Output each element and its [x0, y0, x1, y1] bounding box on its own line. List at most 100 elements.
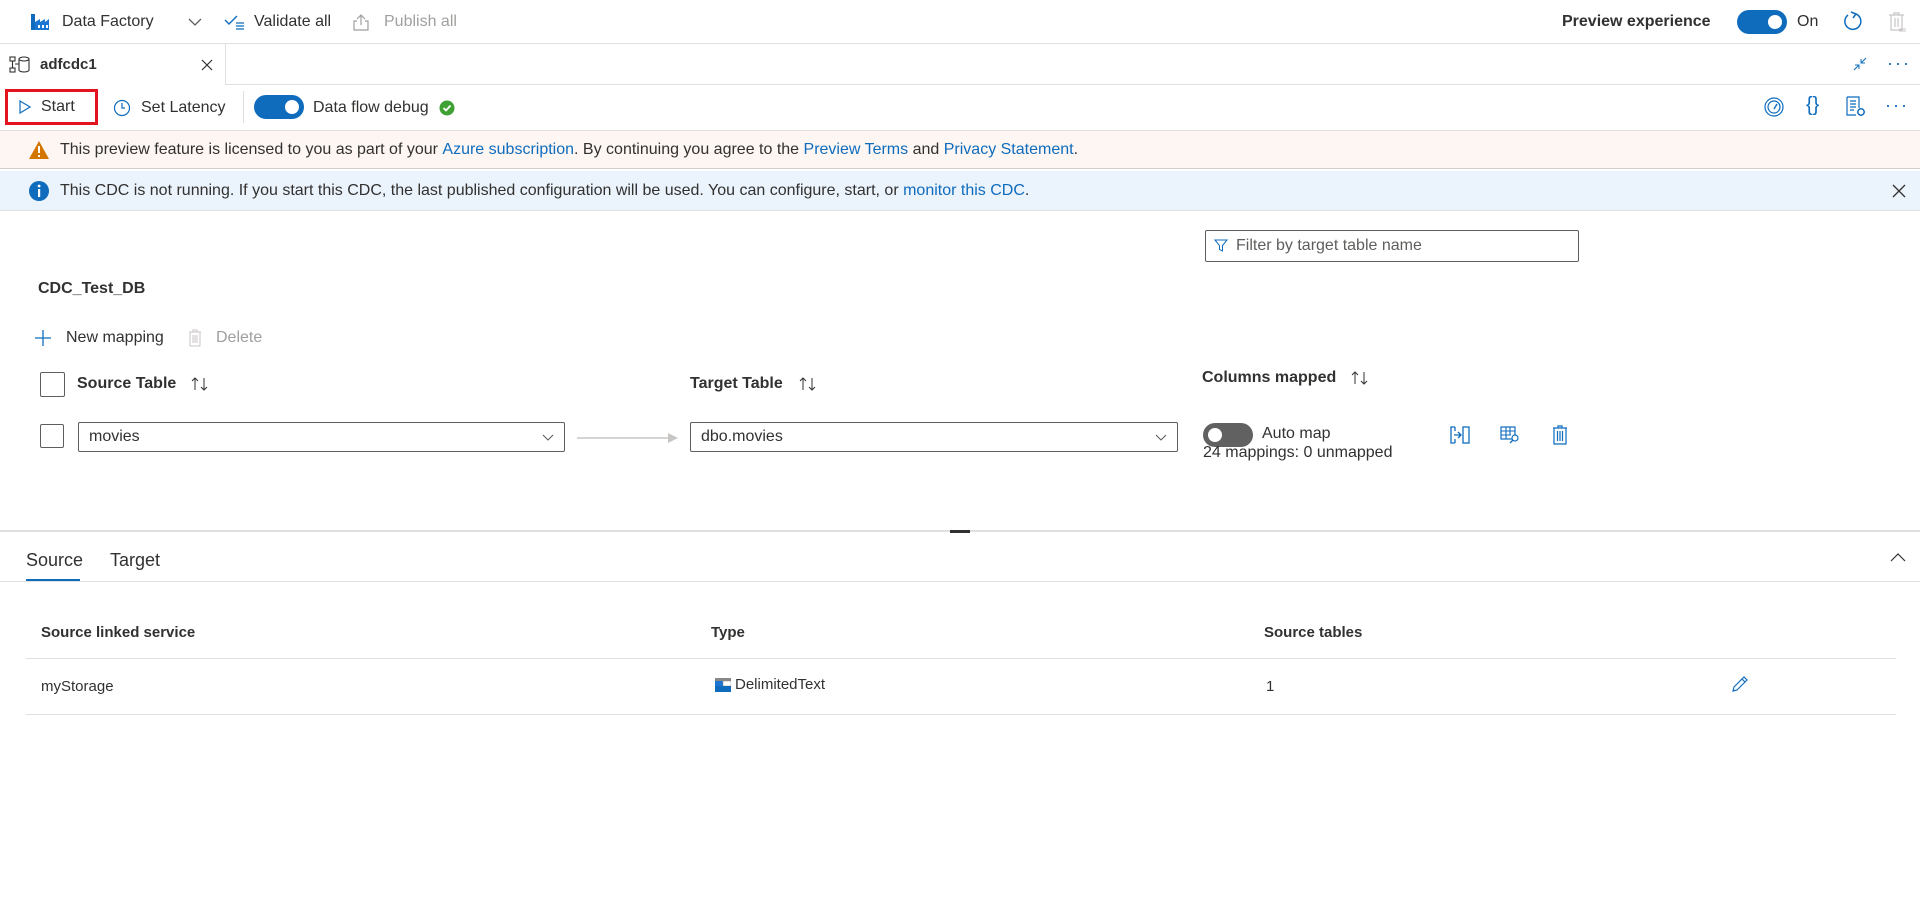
- data-factory-icon: [30, 13, 50, 31]
- new-mapping-button[interactable]: New mapping: [34, 329, 164, 347]
- validate-all-button[interactable]: Validate all: [224, 0, 331, 44]
- start-button[interactable]: Start: [5, 89, 98, 125]
- chevron-down-icon: [542, 434, 554, 441]
- cdc-info-banner: This CDC is not running. If you start th…: [0, 171, 1920, 211]
- cdc-icon: [9, 55, 31, 74]
- preview-warning-banner: This preview feature is licensed to you …: [0, 130, 1920, 169]
- toolbar: Start Set Latency Data flow debug {} ···: [0, 85, 1920, 130]
- target-table-dropdown[interactable]: dbo.movies: [690, 422, 1178, 452]
- privacy-statement-link[interactable]: Privacy Statement: [944, 141, 1074, 159]
- warning-text: . By continuing you agree to the: [574, 140, 804, 158]
- tab-adfcdc1[interactable]: adfcdc1: [0, 44, 226, 85]
- set-latency-label: Set Latency: [141, 98, 226, 116]
- data-flow-debug-label: Data flow debug: [313, 98, 429, 116]
- database-title: CDC_Test_DB: [38, 280, 146, 297]
- preview-toggle-state: On: [1797, 13, 1819, 30]
- sort-source-icon[interactable]: [190, 376, 210, 392]
- publish-all-button[interactable]: Publish all: [352, 0, 457, 44]
- data-flow-debug-toggle[interactable]: [254, 95, 304, 119]
- properties-icon[interactable]: [1845, 96, 1867, 118]
- validate-icon: [224, 14, 246, 30]
- header-source-tables: Source tables: [1264, 624, 1363, 641]
- type-cell: DelimitedText: [715, 676, 825, 693]
- preview-experience-toggle[interactable]: [1737, 10, 1787, 34]
- table-row-divider: [26, 714, 1896, 715]
- edit-icon[interactable]: [1730, 674, 1750, 694]
- factory-selector[interactable]: Data Factory: [30, 0, 202, 44]
- toolbar-more-icon[interactable]: ···: [1885, 95, 1909, 116]
- auto-map-label: Auto map: [1262, 425, 1331, 442]
- chevron-down-icon: [1155, 434, 1167, 441]
- mapping-summary: 24 mappings: 0 unmapped: [1203, 444, 1393, 461]
- warning-icon: [28, 140, 50, 160]
- source-table-dropdown[interactable]: movies: [78, 422, 565, 452]
- tabs-divider: [0, 581, 1920, 582]
- source-table-value: movies: [89, 428, 140, 445]
- header-type: Type: [711, 624, 745, 641]
- check-circle-icon: [439, 100, 455, 116]
- trash-icon: [188, 329, 202, 347]
- row-checkbox[interactable]: [40, 424, 64, 448]
- select-all-checkbox[interactable]: [40, 372, 65, 397]
- source-table-header: Source Table: [77, 375, 177, 392]
- info-suffix: .: [1024, 181, 1030, 199]
- filter-box[interactable]: [1205, 230, 1579, 262]
- tab-target[interactable]: Target: [110, 550, 160, 571]
- collapse-panel-icon[interactable]: [1890, 552, 1906, 562]
- warning-text: .: [1073, 140, 1079, 158]
- linked-service-value: myStorage: [41, 678, 114, 695]
- delete-row-icon[interactable]: [1552, 425, 1568, 445]
- filter-input[interactable]: [1236, 237, 1556, 255]
- refresh-icon[interactable]: [1842, 11, 1864, 33]
- plus-icon: [34, 329, 52, 347]
- info-icon: [28, 180, 50, 202]
- sort-target-icon[interactable]: [798, 376, 818, 392]
- tab-row: adfcdc1 ···: [0, 44, 1920, 85]
- publish-all-label: Publish all: [384, 13, 457, 30]
- azure-subscription-link[interactable]: Azure subscription: [442, 141, 574, 159]
- close-banner-icon[interactable]: [1892, 184, 1906, 198]
- column-mapping-icon[interactable]: [1450, 426, 1470, 444]
- delete-mapping-button[interactable]: Delete: [188, 329, 262, 347]
- tab-more-icon[interactable]: ···: [1887, 54, 1911, 72]
- chevron-down-icon[interactable]: [188, 18, 202, 26]
- info-text: This CDC is not running. If you start th…: [60, 181, 904, 199]
- preview-table-icon[interactable]: [1500, 426, 1520, 444]
- delimited-text-icon: [715, 677, 731, 692]
- validate-all-label: Validate all: [254, 13, 332, 30]
- mapping-row: movies dbo.movies Auto map 24 mappings: …: [0, 418, 1920, 478]
- start-label: Start: [41, 98, 75, 115]
- sort-columns-icon[interactable]: [1350, 370, 1370, 386]
- filter-icon: [1214, 239, 1228, 253]
- top-bar: Data Factory Validate all Publish all Pr…: [0, 0, 1920, 44]
- preview-terms-link[interactable]: Preview Terms: [804, 141, 909, 159]
- factory-name: Data Factory: [62, 13, 154, 30]
- close-tab-icon[interactable]: [201, 59, 213, 71]
- code-icon[interactable]: {}: [1806, 94, 1819, 117]
- clock-icon: [113, 99, 131, 117]
- delete-label: Delete: [216, 329, 263, 346]
- mapping-arrow: [577, 431, 679, 445]
- minimize-icon[interactable]: [1852, 56, 1868, 72]
- toolbar-divider: [243, 91, 244, 123]
- preview-experience-label: Preview experience: [1562, 13, 1711, 30]
- target-table-header: Target Table: [690, 375, 783, 392]
- set-latency-button[interactable]: Set Latency: [113, 85, 226, 130]
- warning-text: and: [908, 140, 944, 158]
- splitter-grip[interactable]: [950, 530, 970, 533]
- warning-text: This preview feature is licensed to you …: [60, 140, 443, 158]
- monitor-icon[interactable]: [1764, 97, 1784, 117]
- discard-icon[interactable]: [1888, 11, 1906, 33]
- new-mapping-label: New mapping: [66, 329, 164, 346]
- table-row: myStorage DelimitedText 1: [0, 659, 1920, 714]
- publish-icon: [352, 13, 370, 31]
- header-linked-service: Source linked service: [41, 624, 196, 641]
- columns-mapped-header: Columns mapped: [1202, 369, 1337, 386]
- source-tables-value: 1: [1266, 678, 1275, 695]
- tab-source[interactable]: Source: [26, 550, 83, 571]
- play-icon: [19, 100, 31, 114]
- tab-title: adfcdc1: [40, 56, 97, 73]
- type-value: DelimitedText: [735, 676, 826, 693]
- monitor-cdc-link[interactable]: monitor this CDC: [903, 182, 1025, 200]
- target-table-value: dbo.movies: [701, 428, 783, 445]
